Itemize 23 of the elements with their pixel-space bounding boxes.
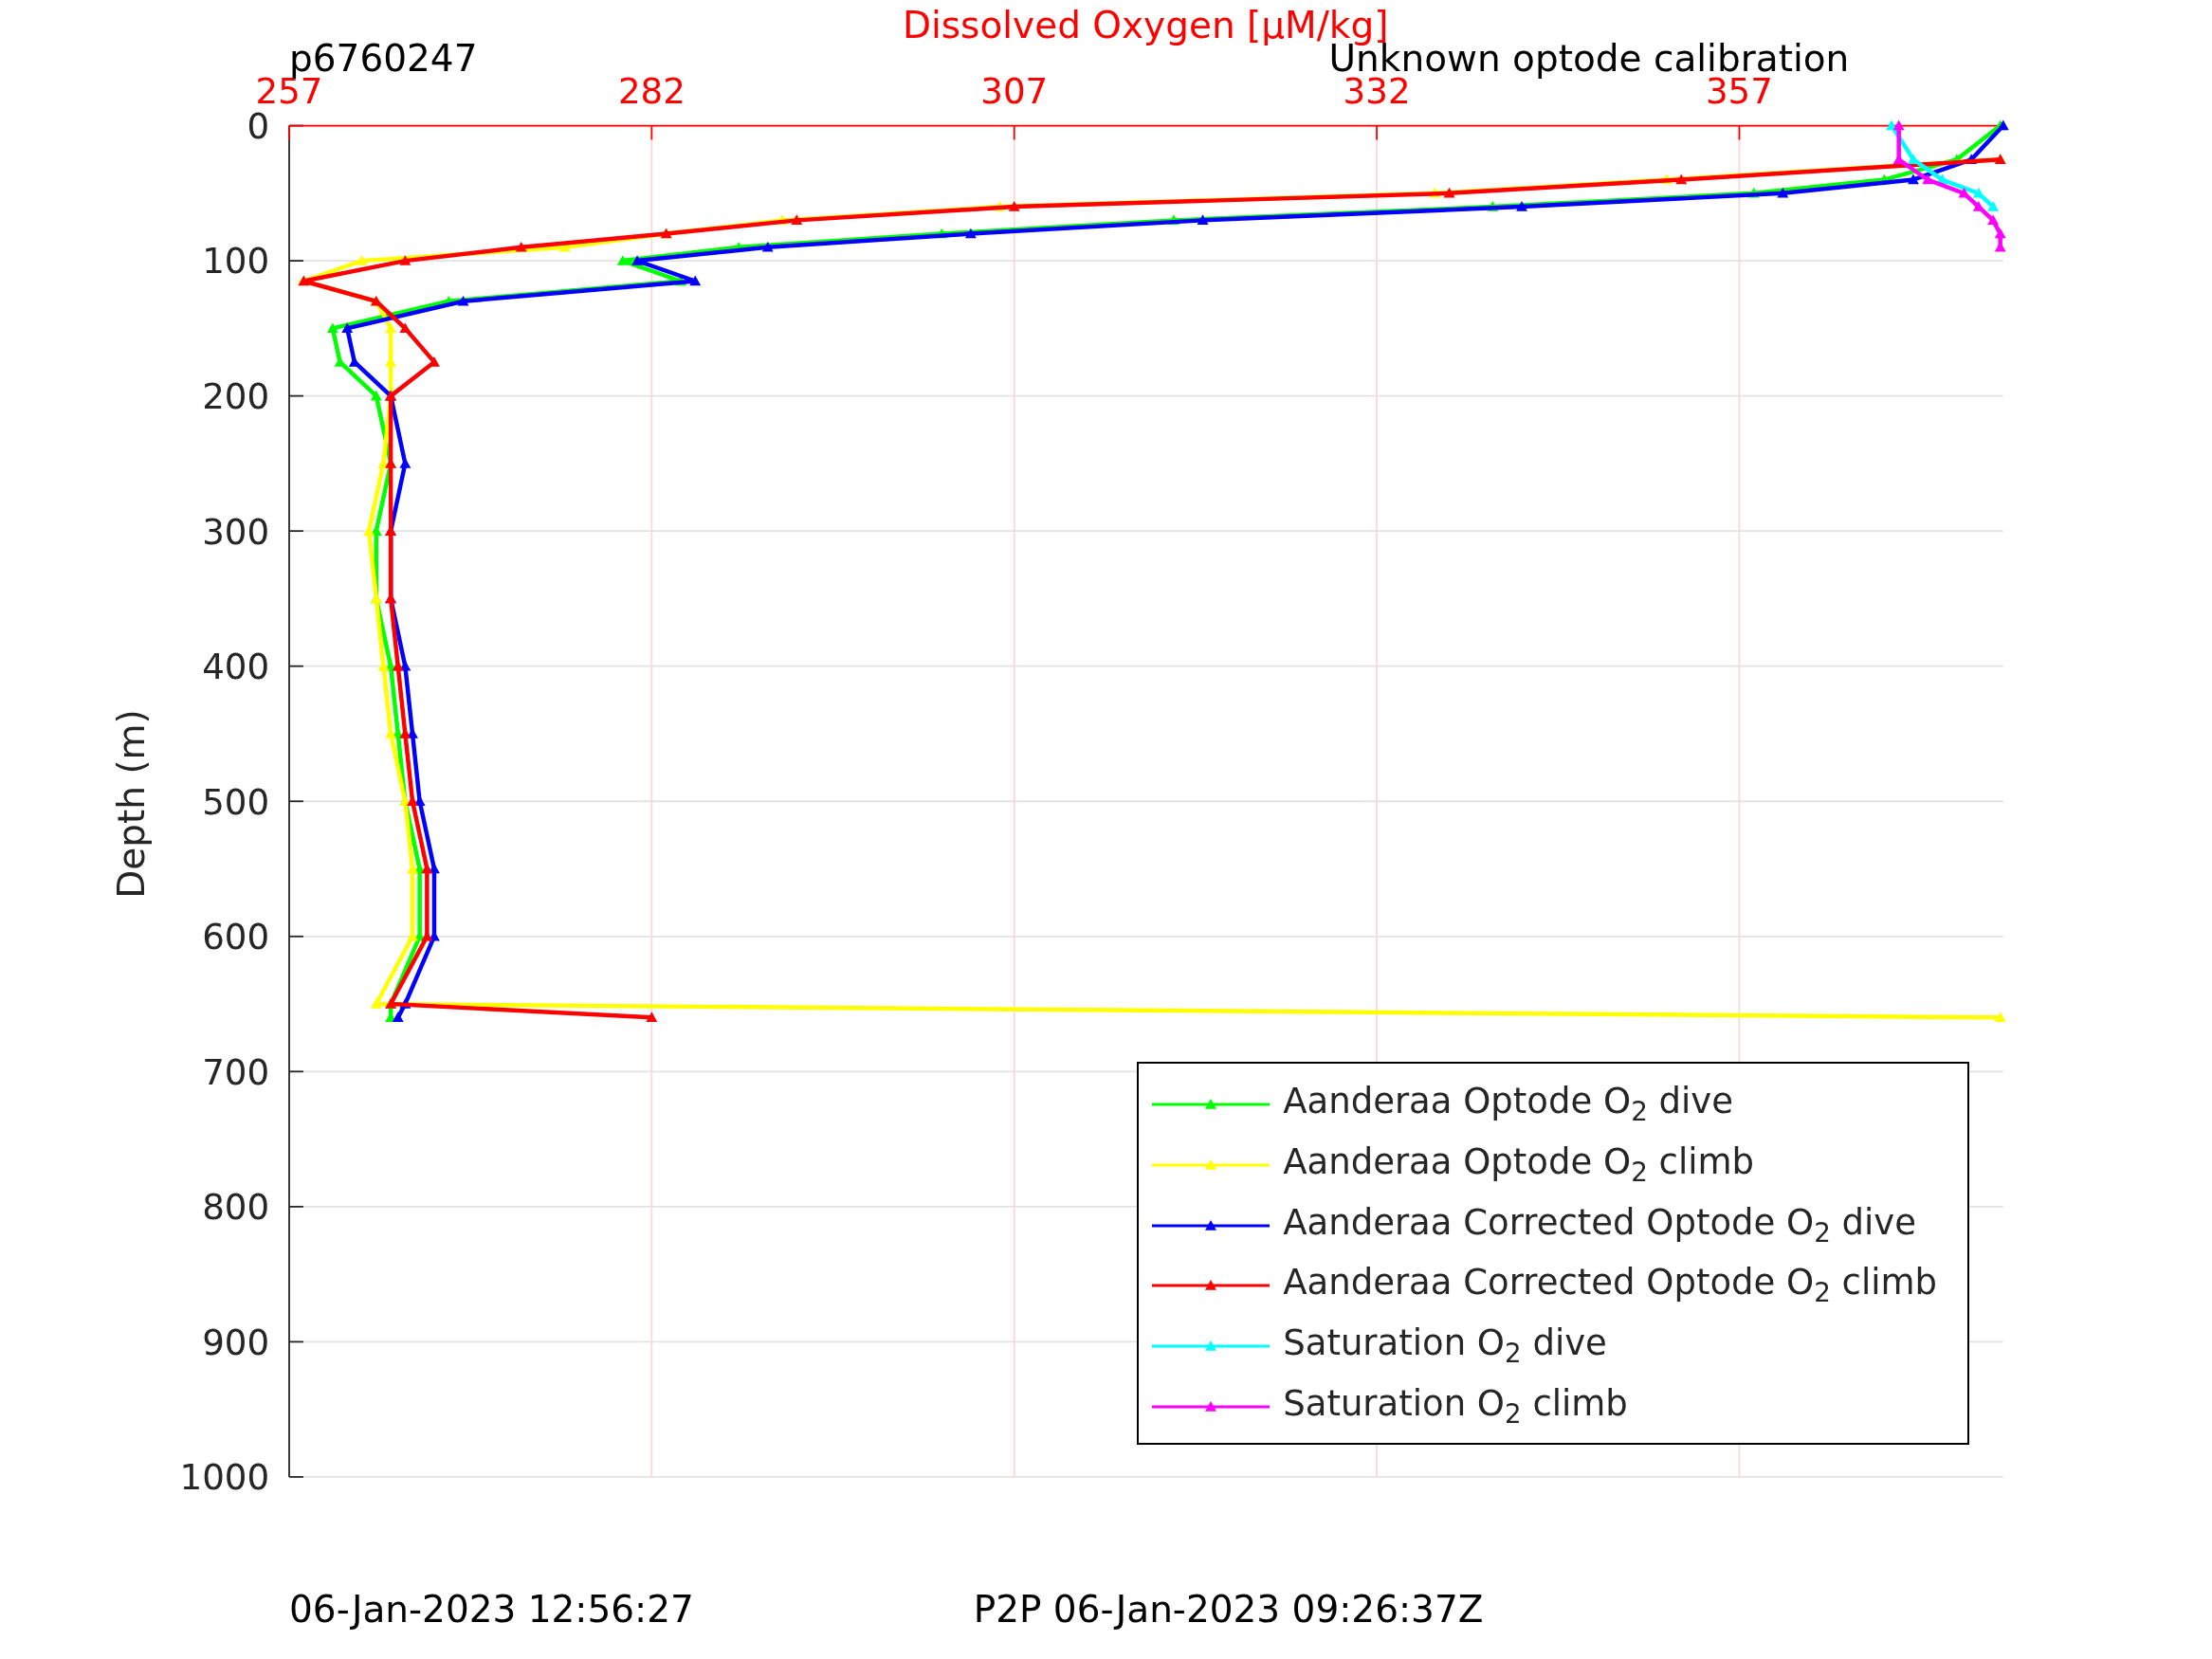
depth-tick-label: 100 [202,240,270,283]
oxygen-tick-label: 307 [980,69,1049,112]
chart-title: Dissolved Oxygen [μM/kg] [902,7,1389,45]
depth-tick-label: 700 [202,1050,270,1093]
axis-label: Depth (m) [112,709,150,899]
depth-tick-label: 0 [247,104,270,147]
depth-tick-label: 1000 [179,1456,270,1499]
legend-label: Aanderaa Corrected Optode O$_{2}$ dive [1283,1201,1916,1249]
depth-tick-label: 900 [202,1321,270,1363]
legend-label: Saturation O$_{2}$ dive [1283,1322,1607,1370]
local-timestamp: 06-Jan-2023 12:56:27 [289,1591,694,1629]
legend-label: Saturation O$_{2}$ climb [1283,1382,1628,1431]
p2p-timestamp: P2P 06-Jan-2023 09:26:37Z [973,1591,1484,1629]
legend-label: Aanderaa Optode O$_{2}$ dive [1283,1081,1733,1129]
legend-label: Aanderaa Corrected Optode O$_{2}$ climb [1283,1262,1938,1310]
depth-tick-label: 400 [202,646,270,688]
depth-tick-label: 800 [202,1186,270,1229]
oxygen-tick-label: 282 [617,69,686,112]
depth-tick-label: 600 [202,916,270,958]
depth-tick-label: 200 [202,375,270,417]
legend-label: Aanderaa Optode O$_{2}$ climb [1283,1141,1754,1189]
depth-tick-label: 300 [202,510,270,553]
depth-tick-label: 500 [202,780,270,823]
